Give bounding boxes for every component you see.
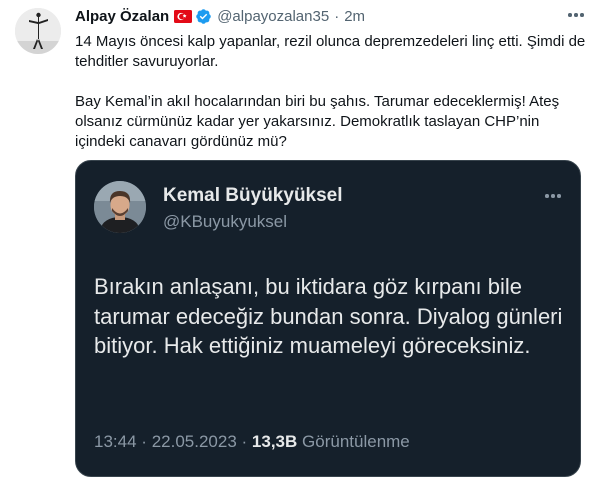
- more-options-icon[interactable]: [565, 6, 587, 24]
- quoted-author-avatar[interactable]: [94, 181, 146, 233]
- quoted-views-count[interactable]: 13,3B: [252, 432, 297, 451]
- author-avatar[interactable]: [15, 8, 61, 54]
- quoted-more-options-icon[interactable]: [542, 187, 564, 205]
- quoted-tweet-meta: 13:44 · 22.05.2023 · 13,3B Görüntülenme: [94, 432, 410, 452]
- quoted-meta-separator-2: ·: [241, 432, 248, 451]
- author-display-name[interactable]: Alpay Özalan: [75, 8, 169, 25]
- tweet-text: 14 Mayıs öncesi kalp yapanlar, rezil olu…: [75, 32, 587, 152]
- tweet-paragraph-2: Bay Kemal’in akıl hocalarından biri bu ş…: [75, 93, 560, 150]
- quoted-meta-separator: ·: [141, 432, 147, 451]
- tweet-header: Alpay Özalan @alpayozalan35 · 2m: [75, 6, 365, 26]
- quoted-tweet-text: Bırakın anlaşanı, bu iktidara göz kırpan…: [94, 274, 563, 358]
- tweet-paragraph-1: 14 Mayıs öncesi kalp yapanlar, rezil olu…: [75, 33, 586, 70]
- quoted-time[interactable]: 13:44: [94, 432, 137, 451]
- tweet[interactable]: Alpay Özalan @alpayozalan35 · 2m 14 Mayı…: [0, 0, 599, 490]
- quoted-tweet-card[interactable]: Kemal Büyükyüksel @KBuyukyuksel Bırakın …: [75, 160, 581, 477]
- verified-badge-icon: [195, 8, 212, 25]
- quoted-author-display-name[interactable]: Kemal Büyükyüksel: [163, 185, 343, 207]
- turkey-flag-icon: [174, 9, 193, 23]
- author-avatar-image: [15, 8, 61, 54]
- quoted-author-avatar-image: [94, 181, 146, 233]
- header-separator: ·: [334, 7, 340, 25]
- quoted-author-handle[interactable]: @KBuyukyuksel: [163, 212, 287, 232]
- quoted-date[interactable]: 22.05.2023: [152, 432, 237, 451]
- author-handle[interactable]: @alpayozalan35: [217, 8, 329, 25]
- tweet-timestamp[interactable]: 2m: [344, 8, 365, 25]
- quoted-views-label: Görüntülenme: [302, 432, 410, 451]
